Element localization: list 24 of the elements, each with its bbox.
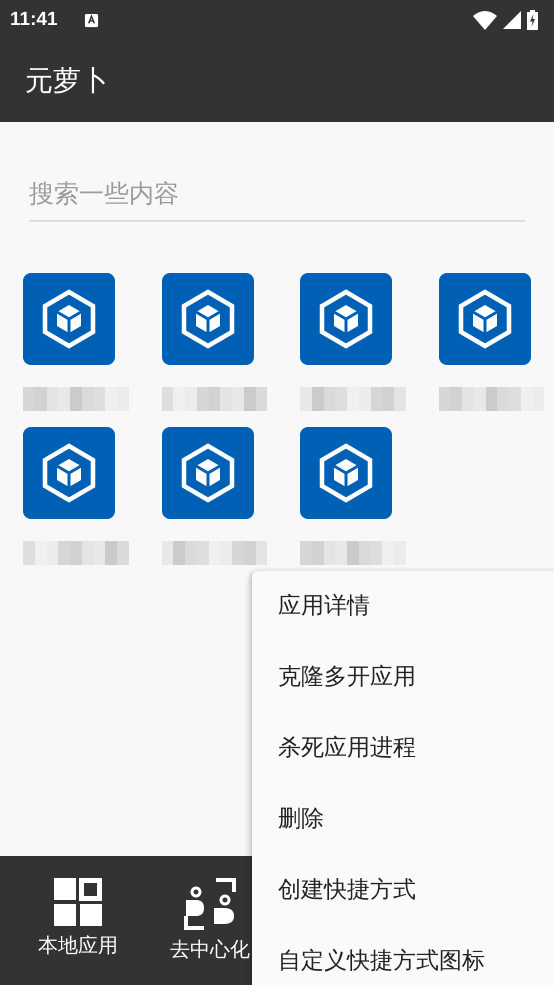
menu-item[interactable]: 杀死应用进程	[252, 724, 554, 795]
cube-app-icon[interactable]	[300, 273, 392, 365]
app-title: 元萝卜	[25, 63, 109, 99]
nav-label[interactable]: 本地应用	[38, 932, 118, 959]
cube-app-icon[interactable]	[23, 273, 115, 365]
menu-item[interactable]: 应用详情	[252, 582, 554, 653]
keyboard-notification-icon	[84, 12, 99, 28]
cube-app-icon[interactable]	[162, 427, 254, 519]
battery-charging-icon	[527, 10, 538, 30]
menu-item[interactable]: 删除	[252, 795, 554, 866]
cube-app-icon[interactable]	[300, 427, 392, 519]
menu-item[interactable]: 创建快捷方式	[252, 866, 554, 937]
cube-app-icon[interactable]	[23, 427, 115, 519]
cube-app-icon[interactable]	[162, 273, 254, 365]
grid-icon	[54, 878, 102, 926]
cellular-signal-icon	[503, 11, 521, 29]
cube-app-icon[interactable]	[438, 273, 530, 365]
menu-item[interactable]: 自定义快捷方式图标	[252, 937, 554, 985]
nav-label[interactable]: 去中心化	[170, 936, 250, 963]
menu-item[interactable]: 克隆多开应用	[252, 653, 554, 724]
wifi-icon	[473, 10, 497, 30]
status-time: 11:41	[10, 9, 58, 31]
people-icon	[184, 878, 236, 930]
search-field[interactable]: 搜索一些内容	[29, 166, 525, 222]
